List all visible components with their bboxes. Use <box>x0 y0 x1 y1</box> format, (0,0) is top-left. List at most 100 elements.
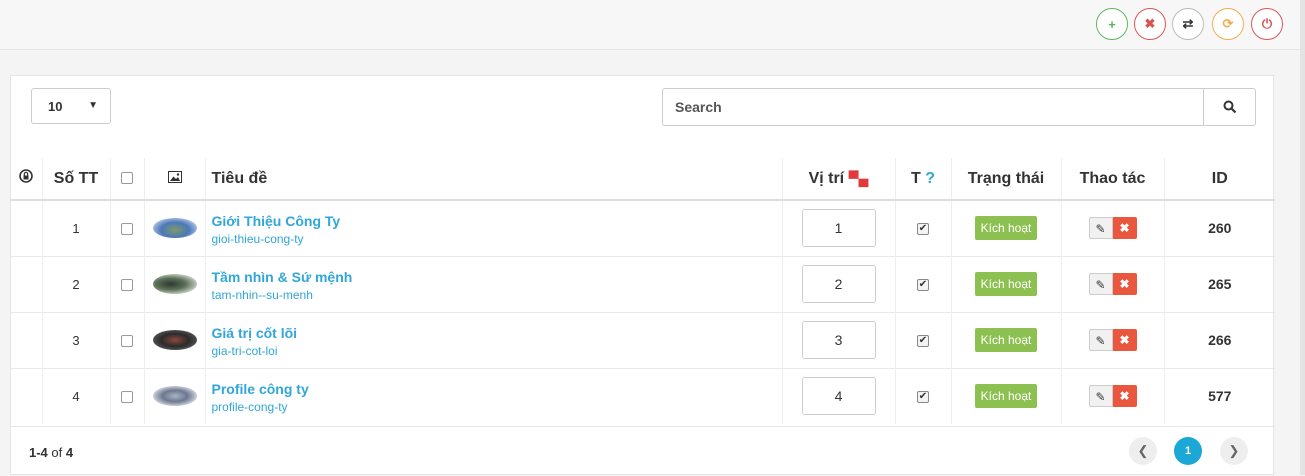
delete-row-button[interactable]: ✖ <box>1112 273 1137 295</box>
checked-checkbox[interactable]: ✔ <box>917 335 929 348</box>
status-cell: Kích hoạt <box>951 311 1062 368</box>
table-header: Số TT Tiêu đề Vị trí ▀▄ T ? Trạng thái T… <box>11 158 1275 201</box>
thumbnail-image <box>152 218 197 239</box>
add-button[interactable]: + <box>1096 8 1128 40</box>
title-cell: Giới Thiệu Công Ty gioi-thieu-cong-ty <box>205 199 783 256</box>
t-cell: ✔ <box>895 311 952 368</box>
row-checkbox[interactable] <box>121 223 133 236</box>
id-cell: 260 <box>1164 199 1275 256</box>
pencil-icon: ✎ <box>1095 334 1106 348</box>
title-cell: Giá trị cốt lõi gia-tri-cot-loi <box>205 311 783 368</box>
row-number: 4 <box>42 367 111 424</box>
actions-header: Thao tác <box>1061 158 1165 201</box>
checked-checkbox[interactable]: ✔ <box>917 279 929 292</box>
pencil-icon: ✎ <box>1095 390 1106 405</box>
id-cell: 266 <box>1164 311 1275 368</box>
prev-page-button[interactable]: ❮ <box>1129 437 1157 465</box>
status-badge[interactable]: Kích hoạt <box>974 384 1038 409</box>
delete-row-button[interactable]: ✖ <box>1112 217 1137 240</box>
status-badge[interactable]: Kích hoạt <box>974 272 1038 296</box>
status-badge[interactable]: Kích hoạt <box>974 216 1038 241</box>
row-checkbox[interactable] <box>121 279 133 292</box>
image-icon <box>167 170 182 183</box>
edit-button[interactable]: ✎ <box>1088 273 1113 295</box>
swap-button[interactable]: ⇄ <box>1172 8 1204 40</box>
row-checkbox-cell <box>110 255 145 312</box>
t-header: T ? <box>895 158 952 201</box>
position-input[interactable]: 2 <box>801 265 876 303</box>
page-size-value: 10 <box>48 98 63 114</box>
position-cell: 2 <box>782 255 896 312</box>
search-input[interactable] <box>662 88 1203 126</box>
close-icon: ✖ <box>1119 277 1130 291</box>
record-count: 1-4 of 4 <box>29 445 73 460</box>
t-cell: ✔ <box>895 199 952 256</box>
logout-button[interactable]: ⏻ <box>1251 8 1283 40</box>
stt-header[interactable]: Số TT <box>42 158 111 201</box>
lock-cell <box>11 255 43 312</box>
row-checkbox[interactable] <box>121 335 133 348</box>
title-header[interactable]: Tiêu đề <box>205 158 783 201</box>
position-header-label: Vị trí <box>808 169 845 187</box>
checked-checkbox[interactable]: ✔ <box>917 391 929 404</box>
actions-cell: ✎ ✖ <box>1061 367 1165 424</box>
id-cell: 577 <box>1164 367 1275 424</box>
row-checkbox-cell <box>110 367 145 424</box>
close-icon: ✖ <box>1119 333 1130 347</box>
status-cell: Kích hoạt <box>951 199 1062 256</box>
position-header[interactable]: Vị trí ▀▄ <box>782 158 896 201</box>
page-1-button[interactable]: 1 <box>1174 437 1202 465</box>
actions-cell: ✎ ✖ <box>1061 311 1165 368</box>
delete-row-button[interactable]: ✖ <box>1112 385 1137 408</box>
title-link[interactable]: Profile công ty <box>212 381 782 397</box>
image-column-header <box>144 158 206 201</box>
slug-text: gioi-thieu-cong-ty <box>211 231 304 246</box>
position-cell: 3 <box>782 311 896 368</box>
chevron-right-icon: ❯ <box>1228 443 1240 458</box>
row-number: 3 <box>42 311 111 368</box>
power-icon: ⏻ <box>1261 16 1273 31</box>
title-cell: Profile công ty profile-cong-ty <box>205 367 783 424</box>
id-header[interactable]: ID <box>1164 158 1275 201</box>
delete-button[interactable]: ✖ <box>1134 8 1166 40</box>
t-cell: ✔ <box>895 255 952 312</box>
edit-button[interactable]: ✎ <box>1088 217 1113 240</box>
record-range: 1-4 <box>29 445 48 460</box>
row-checkbox-cell <box>110 199 145 256</box>
row-checkbox-cell <box>110 311 145 368</box>
save-icon[interactable]: ▀▄ <box>849 170 869 186</box>
thumbnail-cell <box>144 255 206 312</box>
position-cell: 4 <box>782 367 896 424</box>
caret-down-icon: ▼ <box>88 100 98 111</box>
status-header[interactable]: Trạng thái <box>951 158 1062 201</box>
thumbnail-cell <box>144 311 206 368</box>
scrollbar[interactable] <box>1300 0 1305 475</box>
swap-icon: ⇄ <box>1182 16 1194 31</box>
page-size-select[interactable]: 10 ▼ <box>31 88 111 124</box>
row-number: 2 <box>42 255 111 312</box>
lock-cell <box>11 311 43 368</box>
select-all-checkbox[interactable] <box>121 172 133 185</box>
delete-row-button[interactable]: ✖ <box>1112 329 1137 351</box>
refresh-button[interactable]: ⟳ <box>1212 8 1244 40</box>
edit-button[interactable]: ✎ <box>1088 385 1113 408</box>
help-icon[interactable]: ? <box>925 170 935 187</box>
t-header-label: T <box>910 169 921 187</box>
title-link[interactable]: Giới Thiệu Công Ty <box>212 213 782 229</box>
title-link[interactable]: Giá trị cốt lõi <box>212 325 782 341</box>
checked-checkbox[interactable]: ✔ <box>917 223 929 236</box>
thumbnail-cell <box>144 199 206 256</box>
row-number: 1 <box>42 199 111 256</box>
status-cell: Kích hoạt <box>951 255 1062 312</box>
status-badge[interactable]: Kích hoạt <box>974 328 1038 352</box>
next-page-button[interactable]: ❯ <box>1220 437 1248 465</box>
position-input[interactable]: 4 <box>801 377 876 416</box>
edit-button[interactable]: ✎ <box>1088 329 1113 351</box>
position-input[interactable]: 1 <box>801 209 876 248</box>
title-link[interactable]: Tầm nhìn & Sứ mệnh <box>212 269 782 285</box>
search-button[interactable] <box>1203 88 1256 126</box>
plus-icon: + <box>1108 16 1116 32</box>
row-checkbox[interactable] <box>121 391 133 404</box>
position-input[interactable]: 3 <box>801 321 876 359</box>
record-total: 4 <box>65 445 74 460</box>
